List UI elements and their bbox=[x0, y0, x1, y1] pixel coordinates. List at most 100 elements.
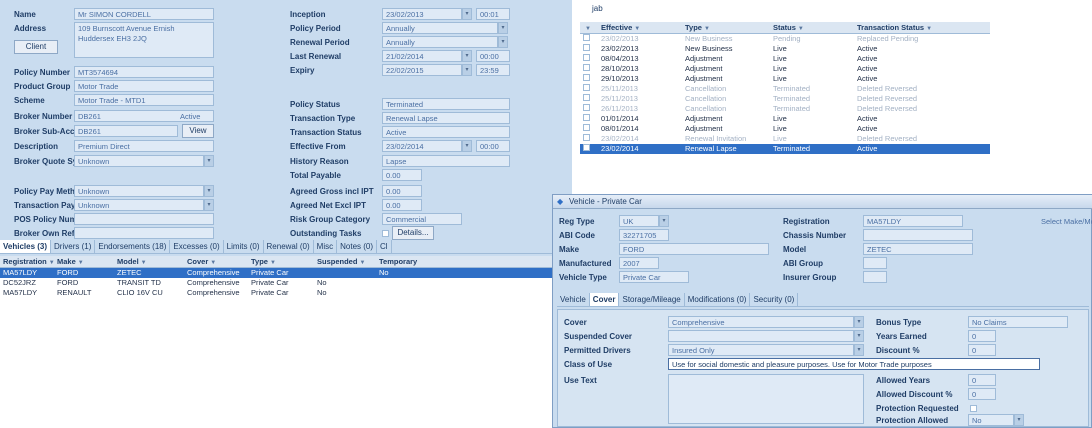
policy-status-field[interactable]: Terminated bbox=[382, 98, 510, 110]
client-button[interactable]: Client bbox=[14, 40, 58, 54]
pay-method-dropdown-icon[interactable]: ▾ bbox=[204, 185, 214, 197]
protection-allowed-field[interactable]: No bbox=[968, 414, 1014, 426]
details-button[interactable]: Details... bbox=[392, 226, 434, 240]
col-make[interactable]: Make ▼ bbox=[54, 256, 114, 267]
broker-sub-account-field[interactable]: DB261 bbox=[74, 125, 178, 137]
tab-vehicle[interactable]: Vehicle bbox=[557, 293, 590, 306]
col-status[interactable]: Status ▼ bbox=[770, 22, 854, 33]
renewal-period-dropdown-icon[interactable]: ▾ bbox=[498, 36, 508, 48]
insurer-group-field[interactable] bbox=[863, 271, 887, 283]
table-row[interactable]: 23/02/2013 New Business Pending Replaced Pe… bbox=[580, 34, 990, 44]
col-suspended[interactable]: Suspended ▼ bbox=[314, 256, 376, 267]
permitted-drivers-field[interactable]: Insured Only bbox=[668, 344, 854, 356]
total-payable-field[interactable]: 0.00 bbox=[382, 169, 422, 181]
tab-modifications[interactable]: Modifications (0) bbox=[685, 293, 751, 306]
txn-payment-dropdown-icon[interactable]: ▾ bbox=[204, 199, 214, 211]
tab-security[interactable]: Security (0) bbox=[750, 293, 799, 306]
suspended-cover-dropdown-icon[interactable]: ▾ bbox=[854, 330, 864, 342]
col-type[interactable]: Type ▼ bbox=[248, 256, 314, 267]
col-type[interactable]: Type ▼ bbox=[682, 22, 770, 33]
policy-number-field[interactable]: MT3574694 bbox=[74, 66, 214, 78]
protection-requested-checkbox[interactable] bbox=[970, 405, 977, 412]
permitted-drivers-dropdown-icon[interactable]: ▾ bbox=[854, 344, 864, 356]
col-transaction-status[interactable]: Transaction Status ▼ bbox=[854, 22, 964, 33]
table-row[interactable]: 25/11/2013 Cancellation Terminated Deleted … bbox=[580, 94, 990, 104]
suspended-cover-field[interactable] bbox=[668, 330, 854, 342]
history-reason-field[interactable]: Lapse bbox=[382, 155, 510, 167]
agreed-gross-field[interactable]: 0.00 bbox=[382, 185, 422, 197]
tab-misc[interactable]: Misc bbox=[314, 240, 338, 253]
effective-calendar-icon[interactable]: ▾ bbox=[462, 140, 472, 152]
vehicle-window-titlebar[interactable]: ◆ Vehicle - Private Car bbox=[553, 195, 1092, 209]
reg-type-dropdown-icon[interactable]: ▾ bbox=[659, 215, 669, 227]
tab-notes[interactable]: Notes (0) bbox=[337, 240, 378, 253]
cover-dropdown-icon[interactable]: ▾ bbox=[854, 316, 864, 328]
txn-status-field[interactable]: Active bbox=[382, 126, 510, 138]
scheme-field[interactable]: Motor Trade - MTD1 bbox=[74, 94, 214, 106]
col-select[interactable]: ▼ bbox=[580, 22, 598, 33]
tab-claims[interactable]: Cl bbox=[377, 240, 392, 253]
table-row[interactable]: 23/02/2014 Renewal Invitation Live Deleted … bbox=[580, 134, 990, 144]
agreed-net-field[interactable]: 0.00 bbox=[382, 199, 422, 211]
expiry-date-field[interactable]: 22/02/2015 bbox=[382, 64, 462, 76]
description-field[interactable]: Premium Direct bbox=[74, 140, 214, 152]
col-temporary[interactable]: Temporary bbox=[376, 256, 436, 267]
effective-date-field[interactable]: 23/02/2014 bbox=[382, 140, 462, 152]
last-renewal-time-field[interactable]: 00:00 bbox=[476, 50, 510, 62]
tab-excesses[interactable]: Excesses (0) bbox=[170, 240, 224, 253]
txn-type-field[interactable]: Renewal Lapse bbox=[382, 112, 510, 124]
product-group-field[interactable]: Motor Trade bbox=[74, 80, 214, 92]
policy-period-field[interactable]: Annually bbox=[382, 22, 498, 34]
chassis-field[interactable] bbox=[863, 229, 973, 241]
table-row[interactable]: 08/04/2013 Adjustment Live Active bbox=[580, 54, 990, 64]
allowed-years-field[interactable]: 0 bbox=[968, 374, 996, 386]
class-of-use-field[interactable]: Use for social domestic and pleasure pur… bbox=[668, 358, 1040, 370]
table-row[interactable]: 28/10/2013 Adjustment Live Active bbox=[580, 64, 990, 74]
inception-date-field[interactable]: 23/02/2013 bbox=[382, 8, 462, 20]
renewal-period-field[interactable]: Annually bbox=[382, 36, 498, 48]
tab-storage-mileage[interactable]: Storage/Mileage bbox=[619, 293, 685, 306]
abi-code-field[interactable]: 32271705 bbox=[619, 229, 669, 241]
bonus-type-field[interactable]: No Claims bbox=[968, 316, 1068, 328]
col-cover[interactable]: Cover ▼ bbox=[184, 256, 248, 267]
policy-period-dropdown-icon[interactable]: ▾ bbox=[498, 22, 508, 34]
protection-allowed-dropdown-icon[interactable]: ▾ bbox=[1014, 414, 1024, 426]
col-model[interactable]: Model ▼ bbox=[114, 256, 184, 267]
table-row[interactable]: 08/01/2014 Adjustment Live Active bbox=[580, 124, 990, 134]
tab-cover[interactable]: Cover bbox=[589, 293, 620, 306]
tab-limits[interactable]: Limits (0) bbox=[224, 240, 264, 253]
reg-type-field[interactable]: UK bbox=[619, 215, 659, 227]
table-row[interactable]: MA57LDY RENAULT CLIO 16V CU Comprehensiv… bbox=[0, 288, 572, 298]
table-row[interactable]: 23/02/2013 New Business Live Active bbox=[580, 44, 990, 54]
view-button[interactable]: View bbox=[182, 124, 214, 138]
registration-field[interactable]: MA57LDY bbox=[863, 215, 963, 227]
history-search-input[interactable]: jab bbox=[592, 4, 892, 16]
tab-renewal[interactable]: Renewal (0) bbox=[264, 240, 314, 253]
use-text-field[interactable] bbox=[668, 374, 864, 424]
expiry-time-field[interactable]: 23:59 bbox=[476, 64, 510, 76]
make-field[interactable]: FORD bbox=[619, 243, 769, 255]
model-field[interactable]: ZETEC bbox=[863, 243, 973, 255]
table-row[interactable]: 25/11/2013 Cancellation Terminated Deleted … bbox=[580, 84, 990, 94]
outstanding-tasks-checkbox[interactable] bbox=[382, 230, 389, 237]
allowed-discount-field[interactable]: 0 bbox=[968, 388, 996, 400]
table-row[interactable]: 23/02/2014 Renewal Lapse Terminated Active bbox=[580, 144, 990, 154]
vehicle-type-field[interactable]: Private Car bbox=[619, 271, 689, 283]
inception-time-field[interactable]: 00:01 bbox=[476, 8, 510, 20]
last-renewal-date-field[interactable]: 21/02/2014 bbox=[382, 50, 462, 62]
col-effective[interactable]: Effective ▼ bbox=[598, 22, 682, 33]
tab-endorsements[interactable]: Endorsements (18) bbox=[95, 240, 171, 253]
risk-group-field[interactable]: Commercial bbox=[382, 213, 462, 225]
quote-system-field[interactable]: Unknown bbox=[74, 155, 204, 167]
effective-time-field[interactable]: 00:00 bbox=[476, 140, 510, 152]
pos-policy-field[interactable] bbox=[74, 213, 214, 225]
last-renewal-calendar-icon[interactable]: ▾ bbox=[462, 50, 472, 62]
broker-own-ref-field[interactable] bbox=[74, 227, 214, 239]
cover-field[interactable]: Comprehensive bbox=[668, 316, 854, 328]
years-earned-field[interactable]: 0 bbox=[968, 330, 996, 342]
name-field[interactable]: Mr SIMON CORDELL bbox=[74, 8, 214, 20]
pay-method-field[interactable]: Unknown bbox=[74, 185, 204, 197]
tab-vehicles[interactable]: Vehicles (3) bbox=[0, 240, 52, 253]
manufactured-field[interactable]: 2007 bbox=[619, 257, 659, 269]
table-row[interactable]: 29/10/2013 Adjustment Live Active bbox=[580, 74, 990, 84]
